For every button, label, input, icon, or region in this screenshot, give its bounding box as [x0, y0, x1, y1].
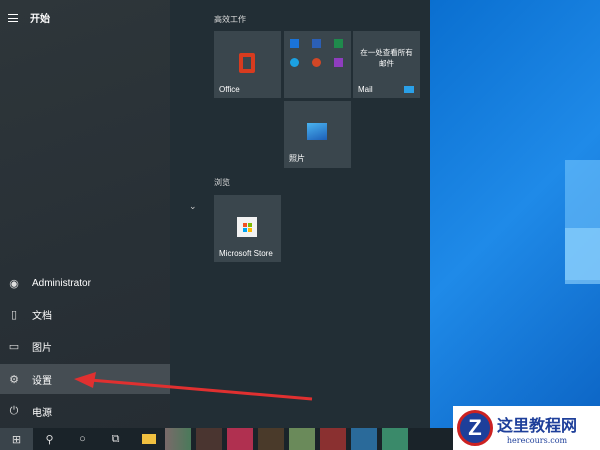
start-windows-icon[interactable]: ⊞ — [0, 428, 33, 450]
watermark-logo: Z 这里教程网 herecours.com — [453, 406, 600, 450]
search-icon[interactable]: ⚲ — [33, 428, 66, 450]
taskbar-app-icon[interactable] — [258, 428, 284, 450]
cortana-circle-icon[interactable]: ○ — [66, 428, 99, 450]
watermark-title: 这里教程网 — [497, 415, 578, 435]
taskbar-app-icon[interactable] — [196, 428, 222, 450]
task-view-icon[interactable]: ⧉ — [99, 428, 132, 450]
file-explorer-icon[interactable] — [132, 428, 165, 450]
watermark-z-icon: Z — [457, 410, 493, 446]
taskbar-app-icon[interactable] — [227, 428, 253, 450]
taskbar-app-icon[interactable] — [382, 428, 408, 450]
watermark-url: herecours.com — [506, 435, 568, 445]
taskbar-app-icon[interactable] — [165, 428, 191, 450]
taskbar-app-icon[interactable] — [289, 428, 315, 450]
taskbar-app-icon[interactable] — [320, 428, 346, 450]
red-arrow-annotation — [74, 372, 313, 401]
taskbar-app-icon[interactable] — [351, 428, 377, 450]
